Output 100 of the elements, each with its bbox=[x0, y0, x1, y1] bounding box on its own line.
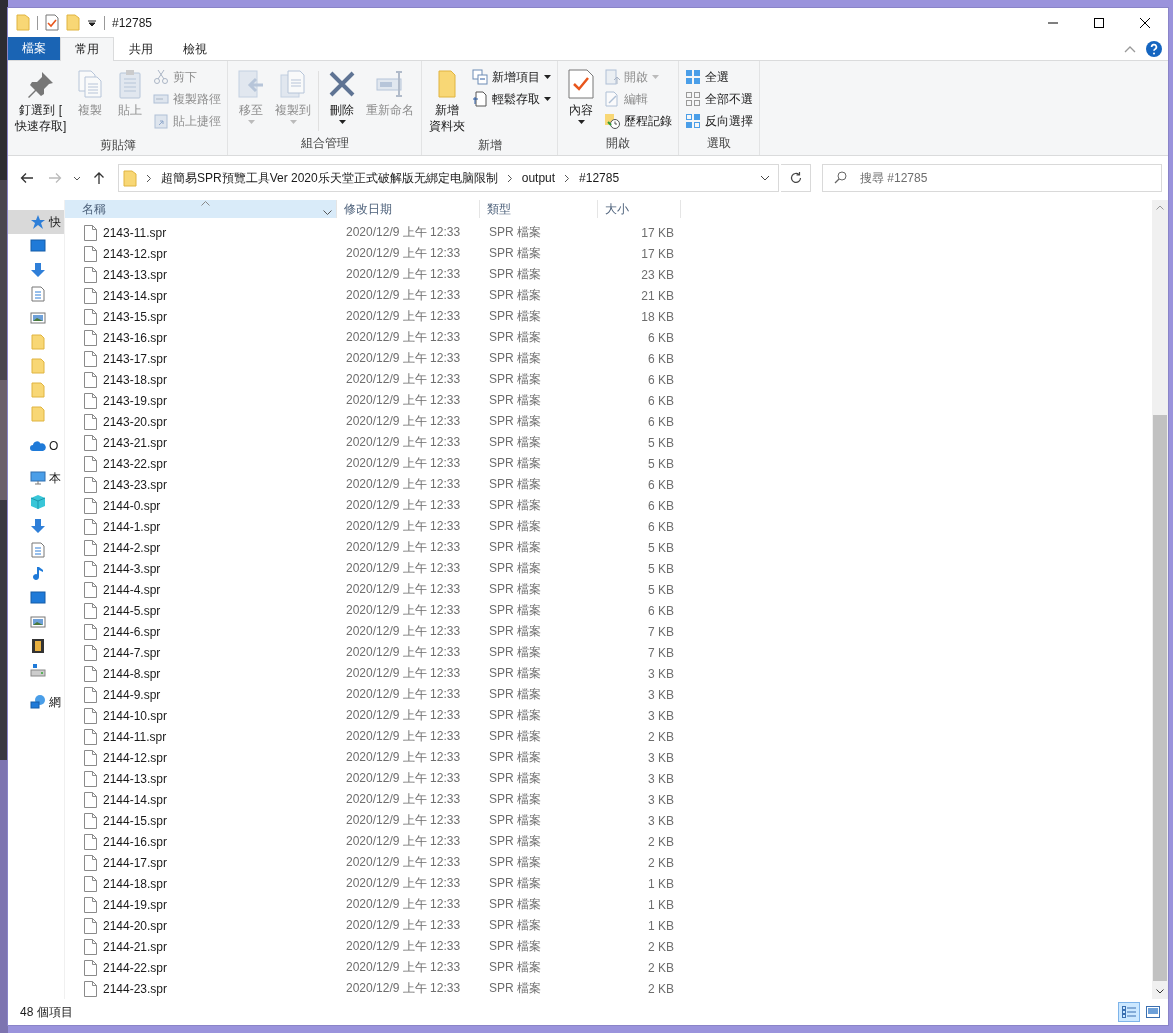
ribbon-button[interactable]: 全選 bbox=[682, 66, 757, 88]
ribbon-tab[interactable]: 常用 bbox=[60, 37, 114, 61]
modified-date: 2020/12/9 上午 12:33 bbox=[345, 476, 462, 493]
column-header[interactable]: 大小 bbox=[598, 200, 681, 218]
file-name[interactable]: 2143-19.spr bbox=[103, 393, 168, 408]
dropdown-icon[interactable] bbox=[760, 175, 770, 181]
breadcrumb[interactable]: #12785 bbox=[579, 171, 620, 185]
ribbon-button[interactable]: 刪除 bbox=[322, 65, 363, 127]
dropdown-icon[interactable] bbox=[323, 210, 332, 215]
file-name[interactable]: 2144-0.spr bbox=[103, 498, 161, 513]
file-name[interactable]: 2144-1.spr bbox=[103, 519, 161, 534]
file-name[interactable]: 2144-6.spr bbox=[103, 624, 161, 639]
chevron-icon bbox=[146, 173, 152, 183]
file-name[interactable]: 2144-16.spr bbox=[103, 834, 168, 849]
navigation-item[interactable]: 本 bbox=[8, 466, 64, 490]
caret-icon bbox=[338, 120, 346, 124]
film-icon bbox=[30, 638, 46, 654]
file-icon bbox=[84, 434, 97, 451]
file-tab[interactable]: 檔案 bbox=[8, 37, 60, 60]
file-icon bbox=[84, 287, 97, 304]
caret-icon[interactable] bbox=[87, 17, 97, 28]
shortcut-icon bbox=[153, 113, 170, 129]
file-name[interactable]: 2144-20.spr bbox=[103, 918, 168, 933]
file-type: SPR 檔案 bbox=[488, 245, 542, 262]
scrollbar[interactable] bbox=[1152, 200, 1168, 999]
ribbon-button[interactable]: 新增 資料夾 bbox=[425, 65, 470, 137]
file-icon bbox=[84, 623, 97, 640]
column-header[interactable]: 類型 bbox=[480, 200, 598, 218]
file-name[interactable]: 2144-3.spr bbox=[103, 561, 161, 576]
file-name[interactable]: 2144-21.spr bbox=[103, 939, 168, 954]
navigation-item[interactable]: 網 bbox=[8, 690, 64, 714]
properties-icon[interactable] bbox=[45, 14, 59, 31]
file-name[interactable]: 2143-15.spr bbox=[103, 309, 168, 324]
file-name[interactable]: 2144-4.spr bbox=[103, 582, 161, 597]
new-folder-icon[interactable] bbox=[66, 14, 80, 31]
file-name[interactable]: 2144-19.spr bbox=[103, 897, 168, 912]
file-name[interactable]: 2143-13.spr bbox=[103, 267, 168, 282]
file-name[interactable]: 2144-15.spr bbox=[103, 813, 168, 828]
ribbon-button[interactable]: 反向選擇 bbox=[682, 110, 757, 132]
scroll-thumb[interactable] bbox=[1153, 414, 1167, 981]
network-icon bbox=[30, 694, 46, 710]
file-name[interactable]: 2143-11.spr bbox=[103, 225, 167, 240]
file-name[interactable]: 2144-9.spr bbox=[103, 687, 161, 702]
image-icon bbox=[30, 310, 46, 326]
file-name[interactable]: 2144-18.spr bbox=[103, 876, 168, 891]
window-title: #12785 bbox=[112, 15, 153, 30]
ribbon-button[interactable]: 全部不選 bbox=[682, 88, 757, 110]
navigation-item[interactable]: 快 bbox=[8, 210, 64, 234]
file-name[interactable]: 2144-8.spr bbox=[103, 666, 161, 681]
breadcrumb[interactable]: output bbox=[521, 171, 556, 185]
file-name[interactable]: 2144-5.spr bbox=[103, 603, 161, 618]
file-size: 21 KB bbox=[640, 288, 675, 303]
file-name[interactable]: 2144-17.spr bbox=[103, 855, 168, 870]
search-field[interactable]: 搜尋 #12785 bbox=[822, 164, 1162, 192]
file-name[interactable]: 2143-20.spr bbox=[103, 414, 168, 429]
file-icon bbox=[84, 497, 97, 514]
modified-date: 2020/12/9 上午 12:33 bbox=[345, 434, 462, 451]
column-header[interactable]: 修改日期 bbox=[337, 200, 480, 218]
ribbon-tab[interactable]: 檢視 bbox=[168, 37, 222, 60]
column-header[interactable]: 名稱 bbox=[65, 200, 337, 218]
ribbon-tab[interactable]: 共用 bbox=[114, 37, 168, 60]
help-icon[interactable] bbox=[1146, 40, 1162, 57]
navigation-item[interactable]: O bbox=[8, 434, 64, 458]
file-name[interactable]: 2144-12.spr bbox=[103, 750, 168, 765]
folder-icon[interactable] bbox=[16, 14, 30, 31]
address-field[interactable]: 超簡易SPR預覽工具Ver 2020乐天堂正式破解版无綁定电脑限制 output #12785 bbox=[118, 164, 779, 192]
document-icon bbox=[30, 542, 46, 558]
file-name[interactable]: 2144-22.spr bbox=[103, 960, 168, 975]
file-name[interactable]: 2143-22.spr bbox=[103, 456, 168, 471]
file-name[interactable]: 2144-11.spr bbox=[103, 729, 167, 744]
modified-date: 2020/12/9 上午 12:33 bbox=[345, 791, 462, 808]
file-icon bbox=[84, 980, 97, 997]
file-name[interactable]: 2143-17.spr bbox=[103, 351, 168, 366]
file-name[interactable]: 2143-12.spr bbox=[103, 246, 168, 261]
refresh-button[interactable] bbox=[781, 164, 811, 192]
file-name[interactable]: 2143-18.spr bbox=[103, 372, 168, 387]
file-name[interactable]: 2143-14.spr bbox=[103, 288, 168, 303]
ribbon-button[interactable]: 新增項目 bbox=[469, 66, 555, 88]
collapse-ribbon-icon[interactable] bbox=[1124, 44, 1136, 53]
file-type: SPR 檔案 bbox=[488, 896, 542, 913]
modified-date: 2020/12/9 上午 12:33 bbox=[345, 896, 462, 913]
breadcrumb[interactable]: 超簡易SPR預覽工具Ver 2020乐天堂正式破解版无綁定电脑限制 bbox=[161, 169, 498, 187]
ribbon-button[interactable]: 輕鬆存取 bbox=[469, 88, 555, 110]
file-name[interactable]: 2144-13.spr bbox=[103, 771, 168, 786]
file-name[interactable]: 2143-21.spr bbox=[103, 435, 168, 450]
file-name[interactable]: 2143-16.spr bbox=[103, 330, 168, 345]
file-name[interactable]: 2144-7.spr bbox=[103, 645, 161, 660]
file-name[interactable]: 2144-23.spr bbox=[103, 981, 168, 996]
file-name[interactable]: 2144-10.spr bbox=[103, 708, 168, 723]
file-name[interactable]: 2144-2.spr bbox=[103, 540, 161, 555]
ribbon-button[interactable]: 釘選到 [ 快速存取] bbox=[11, 65, 71, 137]
file-size: 3 KB bbox=[647, 771, 675, 786]
monitor-icon bbox=[30, 238, 46, 254]
file-type: SPR 檔案 bbox=[488, 539, 542, 556]
details-view-button[interactable] bbox=[1118, 1002, 1140, 1022]
file-name[interactable]: 2143-23.spr bbox=[103, 477, 168, 492]
modified-date: 2020/12/9 上午 12:33 bbox=[345, 581, 462, 598]
ribbon-button[interactable]: 歷程記錄 bbox=[601, 110, 676, 132]
ribbon-button[interactable]: 內容 bbox=[561, 65, 602, 127]
file-name[interactable]: 2144-14.spr bbox=[103, 792, 168, 807]
